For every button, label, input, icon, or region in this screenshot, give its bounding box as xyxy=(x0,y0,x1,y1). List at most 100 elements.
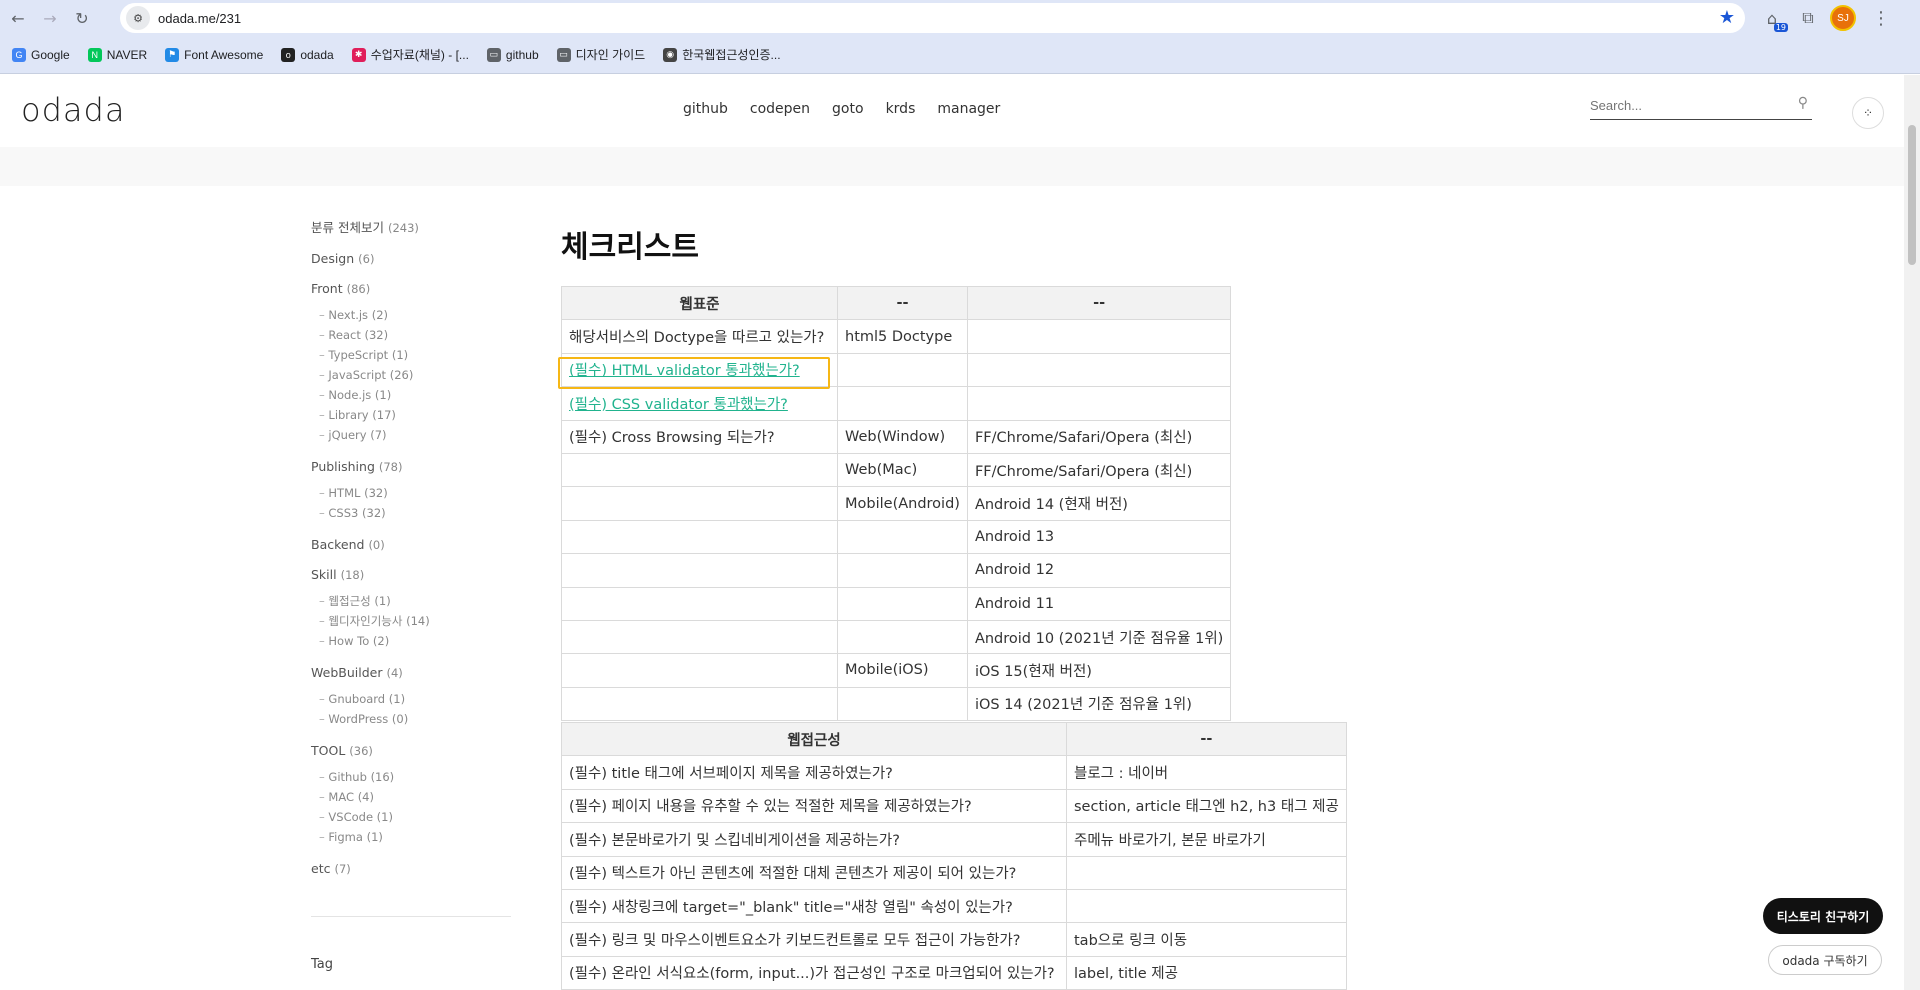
table-cell xyxy=(561,519,838,555)
site-header: odada github codepen goto krds manager ⚲ ⁘ xyxy=(0,75,1904,147)
bookmark-item[interactable]: ✱ 수업자료(채널) - [... xyxy=(351,46,469,63)
scrollbar[interactable] xyxy=(1904,75,1920,990)
subcategory-item[interactable]: 웹디자인기능사 (14) xyxy=(311,611,511,631)
nav-link-codepen[interactable]: codepen xyxy=(750,101,810,117)
subcategory-item[interactable]: HTML (32) xyxy=(311,483,511,503)
nav-link-krds[interactable]: krds xyxy=(886,101,916,117)
category-item[interactable]: Publishing (78) xyxy=(311,459,511,474)
bookmark-item[interactable]: N NAVER xyxy=(87,47,147,62)
puzzle-icon[interactable]: ⧉ xyxy=(1794,4,1822,32)
category-item[interactable]: Backend (0) xyxy=(311,537,511,552)
reload-icon[interactable]: ↻ xyxy=(68,4,96,32)
subcategory-item[interactable]: jQuery (7) xyxy=(311,425,511,445)
nav-link-goto[interactable]: goto xyxy=(832,101,864,117)
subcategory-item[interactable]: Figma (1) xyxy=(311,827,511,847)
forward-icon[interactable]: → xyxy=(36,4,64,32)
subcategory-count: (2) xyxy=(372,634,390,648)
subcategory-item[interactable]: TypeScript (1) xyxy=(311,345,511,365)
category-count: (7) xyxy=(334,862,351,876)
subcategory-count: (2) xyxy=(371,308,388,322)
table-cell: 해당서비스의 Doctype을 따르고 있는가? xyxy=(561,319,838,354)
subcategory-label: Node.js xyxy=(328,388,372,402)
subscribe-button[interactable]: odada 구독하기 xyxy=(1768,945,1882,975)
validator-link[interactable]: (필수) CSS validator 통과했는가? xyxy=(569,397,788,413)
header-band xyxy=(0,147,1904,186)
subcategory-item[interactable]: Library (17) xyxy=(311,405,511,425)
category-item[interactable]: TOOL (36) xyxy=(311,743,511,758)
subcategory-item[interactable]: Node.js (1) xyxy=(311,385,511,405)
table-cell: (필수) 페이지 내용을 유추할 수 있는 적절한 제목을 제공하였는가? xyxy=(561,788,1067,824)
back-icon[interactable]: ← xyxy=(4,4,32,32)
validator-link[interactable]: (필수) HTML validator 통과했는가? xyxy=(569,363,800,379)
category-item[interactable]: etc (7) xyxy=(311,861,511,876)
subcategory-count: (1) xyxy=(374,594,391,608)
subcategory-list: HTML (32)CSS3 (32) xyxy=(311,483,511,523)
friend-button[interactable]: 티스토리 친구하기 xyxy=(1763,898,1883,934)
subcategory-item[interactable]: JavaScript (26) xyxy=(311,365,511,385)
bookmark-item[interactable]: ◉ 한국웹접근성인증... xyxy=(663,46,781,63)
subcategory-item[interactable]: 웹접근성 (1) xyxy=(311,591,511,611)
table-cell xyxy=(837,586,968,621)
more-menu-icon[interactable]: ⋮ xyxy=(1872,8,1890,29)
bookmark-item[interactable]: G Google xyxy=(12,47,70,62)
url-text[interactable]: odada.me/231 xyxy=(158,11,241,26)
scroll-thumb[interactable] xyxy=(1908,125,1916,265)
site-logo[interactable]: odada xyxy=(21,91,125,129)
slack-icon: ✱ xyxy=(351,47,366,62)
table-header-cell: -- xyxy=(837,285,968,321)
category-item[interactable]: Front (86) xyxy=(311,281,511,296)
subcategory-item[interactable]: MAC (4) xyxy=(311,787,511,807)
sidebar-divider xyxy=(311,916,511,917)
category-count: (18) xyxy=(340,568,365,582)
flag-icon: ⚑ xyxy=(165,47,180,62)
table-row: iOS 14 (2021년 기준 점유율 1위) xyxy=(561,686,1232,722)
subcategory-label: HTML xyxy=(328,486,361,500)
site-info-icon[interactable]: ⚙ xyxy=(126,6,150,30)
table-cell: (필수) 링크 및 마우스이벤트요소가 키보드컨트롤로 모두 접근이 가능한가? xyxy=(561,922,1067,957)
category-item[interactable]: Design (6) xyxy=(311,251,511,266)
subcategory-item[interactable]: Github (16) xyxy=(311,767,511,787)
subcategory-label: VSCode xyxy=(328,810,374,824)
category-count: (6) xyxy=(358,252,375,266)
subcategory-item[interactable]: How To (2) xyxy=(311,631,511,651)
nav-link-github[interactable]: github xyxy=(683,101,728,117)
table-row: Android 11 xyxy=(561,586,1232,621)
table-cell: (필수) 텍스트가 아닌 콘텐츠에 적절한 대체 콘텐츠가 제공이 되어 있는가… xyxy=(561,855,1067,890)
table-cell: FF/Chrome/Safari/Opera (최신) xyxy=(966,419,1232,454)
category-label: 분류 전체보기 xyxy=(311,220,384,235)
bookmark-item[interactable]: ⚑ Font Awesome xyxy=(165,47,263,62)
search-icon[interactable]: ⚲ xyxy=(1798,95,1808,111)
bookmark-item[interactable]: ▭ github xyxy=(486,47,539,62)
subcategory-item[interactable]: React (32) xyxy=(311,325,511,345)
category-item[interactable]: Skill (18) xyxy=(311,567,511,582)
subcategory-item[interactable]: CSS3 (32) xyxy=(311,503,511,523)
nav-link-manager[interactable]: manager xyxy=(937,101,1000,117)
menu-button[interactable]: ⁘ xyxy=(1852,97,1884,129)
bookmark-star-icon[interactable]: ★ xyxy=(1719,7,1735,28)
table-cell: Android 14 (현재 버전) xyxy=(966,486,1232,521)
table-cell xyxy=(837,386,968,421)
subcategory-item[interactable]: WordPress (0) xyxy=(311,709,511,729)
category-item[interactable]: 분류 전체보기 (243) xyxy=(311,217,511,236)
address-bar[interactable]: ⚙ odada.me/231 ★ xyxy=(120,3,1745,33)
subcategory-item[interactable]: VSCode (1) xyxy=(311,807,511,827)
table-cell: 주메뉴 바로가기, 본문 바로가기 xyxy=(1066,822,1347,857)
table-cell xyxy=(837,619,968,655)
table-cell: Web(Window) xyxy=(837,419,968,454)
category-label: TOOL xyxy=(311,743,346,758)
category-item[interactable]: WebBuilder (4) xyxy=(311,665,511,680)
search-input[interactable] xyxy=(1590,92,1780,118)
table-row: (필수) HTML validator 통과했는가? xyxy=(561,352,1232,388)
avatar[interactable]: SJ xyxy=(1830,5,1856,31)
subcategory-item[interactable]: Next.js (2) xyxy=(311,305,511,325)
table-cell xyxy=(1066,855,1347,890)
bookmark-item[interactable]: ▭ 디자인 가이드 xyxy=(556,46,645,63)
subcategory-item[interactable]: Gnuboard (1) xyxy=(311,689,511,709)
table-cell xyxy=(966,352,1232,388)
table-cell: section, article 태그엔 h2, h3 태그 제공 xyxy=(1066,788,1347,824)
bookmark-item[interactable]: o odada xyxy=(281,47,334,62)
table-cell xyxy=(561,553,838,588)
subcategory-count: (16) xyxy=(370,770,395,784)
web-standard-table: 웹표준 -- -- 해당서비스의 Doctype을 따르고 있는가? html5 Doc… xyxy=(561,285,1232,722)
extension-icon[interactable]: ⌂ 19 xyxy=(1758,4,1788,32)
